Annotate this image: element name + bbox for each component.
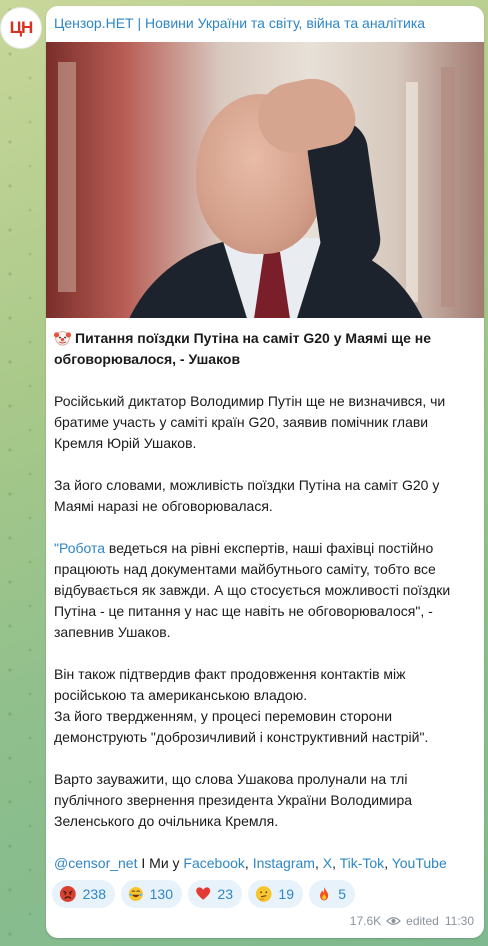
rofl-face-icon (128, 886, 143, 902)
reaction-rofl[interactable]: 130 (121, 880, 182, 908)
reaction-count: 19 (278, 886, 294, 902)
post-paragraph: За його твердженням, у процесі перемовин… (54, 708, 429, 745)
post-headline: Питання поїздки Путіна на саміт G20 у Ма… (54, 328, 449, 370)
reaction-count: 5 (338, 886, 346, 902)
headline-text: Питання поїздки Путіна на саміт G20 у Ма… (54, 330, 432, 367)
channel-avatar[interactable]: ЦН (0, 7, 42, 49)
reaction-angry[interactable]: 238 (52, 880, 115, 908)
post-paragraph: Російський диктатор Володимир Путін ще н… (54, 393, 446, 451)
edited-label: edited (406, 914, 439, 928)
clown-face-icon (54, 331, 71, 346)
channel-name[interactable]: Цензор.НЕТ | Новини України та світу, ві… (54, 15, 425, 31)
instagram-link[interactable]: Instagram (253, 855, 315, 871)
message-bubble: Цензор.НЕТ | Новини України та світу, ві… (46, 6, 484, 938)
youtube-link[interactable]: YouTube (392, 855, 447, 871)
angry-face-icon (59, 886, 76, 902)
post-paragraph: За його словами, можливість поїздки Путі… (54, 477, 440, 514)
censor-net-handle-link[interactable]: @censor_net (54, 855, 137, 871)
photo-background-column (406, 82, 418, 302)
reaction-thinking[interactable]: 19 (248, 880, 303, 908)
reaction-heart[interactable]: 23 (188, 880, 242, 908)
quote-link[interactable]: "Робота (54, 540, 105, 556)
tiktok-link[interactable]: Tik-Tok (340, 855, 385, 871)
view-count: 17.6K (349, 914, 382, 928)
photo-background-column (58, 62, 76, 292)
thinking-face-icon (255, 886, 272, 902)
social-links-prefix: І Ми у (137, 855, 184, 871)
x-link[interactable]: X (323, 855, 332, 871)
reaction-count: 130 (149, 886, 173, 902)
reaction-count: 23 (217, 886, 233, 902)
photo-background-column (441, 67, 455, 307)
post-paragraph: Варто зауважити, що слова Ушакова пролун… (54, 771, 413, 829)
post-photo[interactable] (46, 42, 484, 318)
facebook-link[interactable]: Facebook (183, 855, 244, 871)
separator: , (244, 855, 253, 871)
quote-text: ведеться на рівні експертів, наші фахівц… (54, 540, 451, 640)
heart-icon (196, 887, 211, 900)
reaction-count: 238 (82, 886, 106, 902)
eye-icon (386, 917, 402, 925)
avatar-label: ЦН (9, 18, 34, 37)
message-meta: 17.6K edited 11:30 (350, 914, 474, 928)
post-paragraph: Він також підтвердив факт продовження ко… (54, 666, 406, 703)
social-links-line: @censor_net І Ми у Facebook, Instagram, … (54, 853, 472, 874)
message-time: 11:30 (444, 914, 474, 928)
fire-icon (320, 886, 329, 901)
separator: , (332, 855, 340, 871)
reaction-fire[interactable]: 5 (309, 880, 355, 908)
separator: , (314, 855, 323, 871)
post-paragraph-quote: "Робота ведеться на рівні експертів, наш… (54, 538, 472, 643)
separator: , (384, 855, 392, 871)
